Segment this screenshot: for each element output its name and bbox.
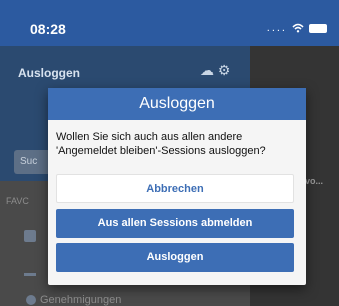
- list-icon: [24, 230, 36, 242]
- wifi-icon: [292, 23, 304, 33]
- download-icon: [24, 266, 36, 276]
- battery-icon: [309, 23, 327, 33]
- status-icons: ....: [267, 22, 327, 34]
- logout-all-sessions-button[interactable]: Aus allen Sessions abmelden: [56, 209, 294, 238]
- approvals-icon: [26, 295, 36, 305]
- status-bar: 08:28 ....: [0, 0, 339, 46]
- dialog-message: Wollen Sie sich auch aus allen andere 'A…: [56, 131, 266, 157]
- logout-button[interactable]: Ausloggen: [56, 243, 294, 272]
- background-bottom-item: Genehmigungen: [40, 294, 122, 306]
- cloud-gear-icon: ☁ ⚙: [200, 62, 231, 78]
- background-header-title: Ausloggen: [18, 66, 80, 80]
- background-favorites-label: FAVC: [6, 196, 29, 206]
- signal-icon: ....: [266, 22, 287, 34]
- dialog-title: Ausloggen: [48, 88, 306, 120]
- status-time: 08:28: [30, 21, 66, 37]
- cancel-button[interactable]: Abbrechen: [56, 174, 294, 203]
- logout-dialog: Ausloggen Wollen Sie sich auch aus allen…: [48, 88, 306, 285]
- background-right-text: vo...: [305, 176, 324, 186]
